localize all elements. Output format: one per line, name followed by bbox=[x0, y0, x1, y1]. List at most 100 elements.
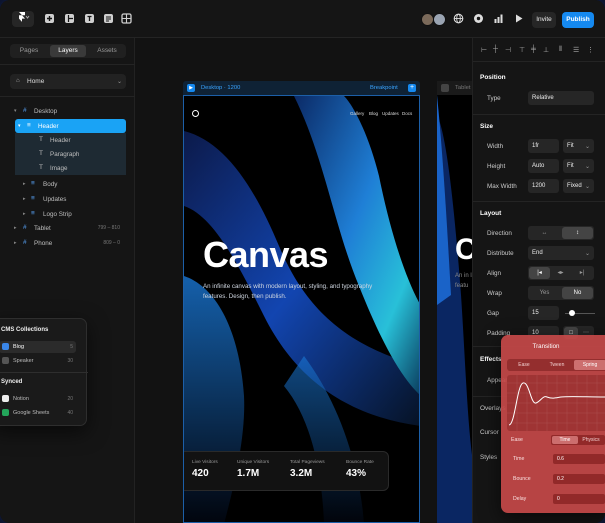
prop-label: Cursor bbox=[480, 429, 499, 436]
direction-vertical-icon[interactable]: ↕ bbox=[562, 227, 593, 239]
caret-right-icon[interactable]: ▸ bbox=[14, 225, 17, 231]
layer-tablet[interactable]: ▸ # Tablet 799 – 810 bbox=[10, 221, 126, 235]
layer-paragraph[interactable]: T Paragraph bbox=[15, 147, 126, 161]
breakpoint-label[interactable]: Breakpoint bbox=[370, 85, 398, 91]
spring-type-toggle[interactable]: Time Physics bbox=[551, 435, 605, 445]
width-input[interactable]: 1fr bbox=[528, 139, 559, 153]
hero-subtitle[interactable]: An infinite canvas with modern layout, s… bbox=[203, 282, 373, 301]
distribute-v-icon[interactable]: ☰ bbox=[573, 46, 579, 54]
invite-button[interactable]: Invite bbox=[532, 12, 556, 28]
stat-live-visitors: Live Visitors 420 bbox=[192, 460, 218, 479]
position-type-select[interactable]: Relative bbox=[528, 91, 594, 105]
prop-label: Type bbox=[487, 95, 501, 102]
cms-icon[interactable] bbox=[103, 13, 114, 24]
tablet-frame-label[interactable]: Tablet bbox=[437, 81, 472, 95]
max-width-input[interactable]: 1200 bbox=[528, 179, 559, 193]
caret-right-icon[interactable]: ▸ bbox=[23, 211, 26, 217]
layer-header-selected[interactable]: ▾ ≡ Header bbox=[15, 119, 126, 133]
nav-link[interactable]: Blog bbox=[369, 111, 378, 116]
align-center-h-icon[interactable]: ┼ bbox=[493, 46, 498, 53]
collection-count: 40 bbox=[67, 410, 73, 416]
layer-header-text[interactable]: T Header bbox=[15, 133, 126, 147]
distribute-h-icon[interactable]: ⫴ bbox=[559, 46, 562, 54]
option-physics[interactable]: Physics bbox=[578, 436, 604, 444]
align-start-icon[interactable]: |◂ bbox=[529, 267, 550, 279]
hero-title[interactable]: Canvas bbox=[203, 234, 329, 276]
tab-ease[interactable]: Ease bbox=[508, 360, 540, 370]
publish-button[interactable]: Publish bbox=[562, 12, 594, 28]
direction-toggle[interactable]: ↔ ↕ bbox=[528, 226, 594, 240]
align-bottom-icon[interactable]: ⊥ bbox=[543, 46, 549, 54]
tablet-frame[interactable]: C An in layou featu bbox=[437, 95, 472, 523]
delay-input[interactable]: 0 bbox=[553, 494, 605, 504]
collection-item-notion[interactable]: Notion 20 bbox=[0, 393, 76, 405]
collaborator-avatar[interactable] bbox=[433, 13, 446, 26]
layer-updates[interactable]: ▸ ≡ Updates bbox=[10, 192, 126, 206]
spring-curve-graph[interactable] bbox=[507, 375, 605, 431]
grid-icon[interactable] bbox=[121, 13, 132, 24]
collection-item-google-sheets[interactable]: Google Sheets 40 bbox=[0, 407, 76, 419]
height-input[interactable]: Auto bbox=[528, 159, 559, 173]
align-center-v-icon[interactable]: ╪ bbox=[531, 46, 536, 53]
layer-body[interactable]: ▸ ≡ Body bbox=[10, 177, 126, 191]
caret-right-icon[interactable]: ▸ bbox=[23, 196, 26, 202]
globe-icon[interactable] bbox=[453, 13, 464, 24]
layer-logo-strip[interactable]: ▸ ≡ Logo Strip bbox=[10, 207, 126, 221]
align-top-icon[interactable]: ⊤ bbox=[519, 46, 525, 54]
tab-pages[interactable]: Pages bbox=[11, 45, 47, 57]
stats-bar[interactable]: Live Visitors 420 Unique Visitors 1.7M T… bbox=[184, 451, 389, 491]
text-tool-icon[interactable] bbox=[84, 13, 95, 24]
layer-breakpoint-range: 799 – 810 bbox=[97, 225, 120, 231]
width-mode-select[interactable]: Fit ⌄ bbox=[563, 139, 594, 153]
nav-link[interactable]: Updates bbox=[382, 111, 399, 116]
nav-link[interactable]: Docs bbox=[402, 111, 412, 116]
preview-play-icon[interactable] bbox=[513, 13, 524, 24]
caret-down-icon[interactable]: ▾ bbox=[18, 123, 21, 129]
align-center-icon[interactable]: ◂▸ bbox=[550, 267, 571, 279]
desktop-frame[interactable]: Gallery Blog Updates Docs Canvas An infi… bbox=[183, 95, 420, 523]
stat-value: 3.2M bbox=[290, 468, 313, 479]
play-icon[interactable] bbox=[441, 84, 449, 92]
layer-image[interactable]: T Image bbox=[15, 161, 126, 175]
caret-down-icon[interactable]: ▾ bbox=[14, 108, 17, 114]
nav-link[interactable]: Gallery bbox=[350, 111, 364, 116]
bounce-input[interactable]: 0.2 bbox=[553, 474, 605, 484]
align-left-icon[interactable]: ⊢ bbox=[481, 46, 487, 54]
wrap-yes-option[interactable]: Yes bbox=[529, 287, 560, 299]
align-toggle[interactable]: |◂ ◂▸ ▸| bbox=[528, 266, 594, 280]
caret-right-icon[interactable]: ▸ bbox=[23, 181, 26, 187]
collections-popover: CMS Collections Blog 5 Speaker 30 Synced… bbox=[0, 318, 88, 426]
align-right-icon[interactable]: ⊣ bbox=[505, 46, 511, 54]
height-mode-select[interactable]: Fit ⌄ bbox=[563, 159, 594, 173]
gap-input[interactable]: 15 bbox=[528, 306, 559, 320]
page-selector[interactable]: ⌂ Home ⌄ bbox=[10, 74, 126, 89]
insert-icon[interactable] bbox=[44, 13, 55, 24]
analytics-icon[interactable] bbox=[493, 13, 504, 24]
layout-icon[interactable] bbox=[64, 13, 75, 24]
layer-desktop[interactable]: ▾ # Desktop bbox=[10, 104, 126, 118]
desktop-frame-label[interactable]: ▶ Desktop · 1200 Breakpoint + bbox=[183, 81, 420, 95]
tab-tween[interactable]: Tween bbox=[541, 360, 573, 370]
framer-logo-menu-button[interactable] bbox=[12, 11, 34, 27]
direction-horizontal-icon[interactable]: ↔ bbox=[529, 227, 560, 239]
align-end-icon[interactable]: ▸| bbox=[571, 267, 593, 279]
tab-spring[interactable]: Spring bbox=[574, 360, 605, 370]
tab-assets[interactable]: Assets bbox=[89, 45, 125, 57]
time-input[interactable]: 0.6 bbox=[553, 454, 605, 464]
tab-layers[interactable]: Layers bbox=[50, 45, 86, 57]
layer-phone[interactable]: ▸ # Phone 809 – 0 bbox=[10, 236, 126, 250]
gap-slider-handle[interactable] bbox=[569, 310, 575, 316]
add-breakpoint-icon[interactable]: + bbox=[408, 84, 416, 92]
collection-item-speaker[interactable]: Speaker 30 bbox=[0, 355, 76, 367]
site-logo-icon[interactable] bbox=[192, 110, 199, 117]
distribute-select[interactable]: End ⌄ bbox=[528, 246, 594, 260]
option-time[interactable]: Time bbox=[552, 436, 578, 444]
settings-gear-icon[interactable] bbox=[473, 13, 484, 24]
caret-right-icon[interactable]: ▸ bbox=[14, 240, 17, 246]
wrap-no-option[interactable]: No bbox=[562, 287, 593, 299]
play-icon[interactable]: ▶ bbox=[187, 84, 195, 92]
max-width-mode-select[interactable]: Fixed ⌄ bbox=[563, 179, 594, 193]
tidy-icon[interactable]: ⋮ bbox=[587, 46, 594, 54]
wrap-toggle[interactable]: Yes No bbox=[528, 286, 594, 300]
collection-item-blog[interactable]: Blog 5 bbox=[0, 341, 76, 353]
